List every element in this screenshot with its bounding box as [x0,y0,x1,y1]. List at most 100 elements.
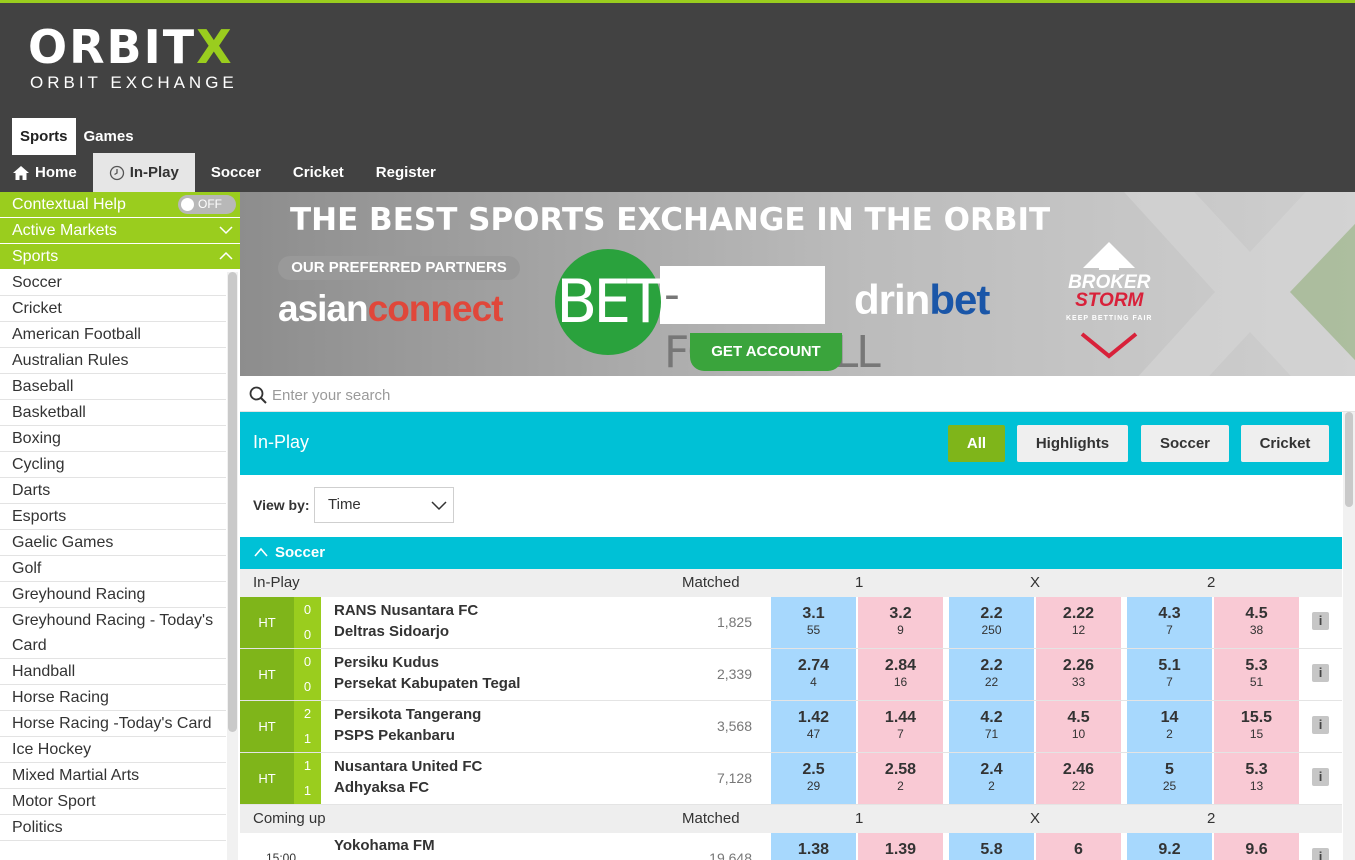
odds-back-home[interactable]: 2.5 29 [771,753,856,804]
status-badge: HT [240,753,294,804]
promo-banner[interactable]: THE BEST SPORTS EXCHANGE IN THE ORBIT OU… [240,192,1355,376]
sidebar-item-boxing[interactable]: Boxing [0,426,226,452]
sidebar-item-ice-hockey[interactable]: Ice Hockey [0,737,226,763]
odds-price: 2.74 [797,657,830,674]
sidebar-scroll-thumb[interactable] [228,272,237,732]
odds-size: 2 [1166,727,1173,741]
filter-all-button[interactable]: All [948,425,1005,462]
odds-lay-draw[interactable]: 6 [1036,833,1121,860]
odds-lay-away[interactable]: 5.3 51 [1214,649,1299,700]
odds-lay-draw[interactable]: 2.26 33 [1036,649,1121,700]
odds-back-away[interactable]: 4.3 7 [1127,597,1212,648]
sidebar-item-basketball[interactable]: Basketball [0,400,226,426]
main-scrollbar[interactable] [1343,412,1355,860]
sidebar-item-american-football[interactable]: American Football [0,322,226,348]
odds-back-draw[interactable]: 5.8 [949,833,1034,860]
sidebar-item-cricket[interactable]: Cricket [0,296,226,322]
odds-price: 5 [1165,761,1174,778]
sidebar-item-esports[interactable]: Esports [0,504,226,530]
nav-cricket[interactable]: Cricket [277,153,360,192]
sidebar-item-horse-racing[interactable]: Horse Racing [0,685,226,711]
info-button[interactable]: i [1312,768,1329,786]
odds-back-away[interactable]: 5 25 [1127,753,1212,804]
sidebar-item-golf[interactable]: Golf [0,556,226,582]
odds-lay-home[interactable]: 2.84 16 [858,649,943,700]
odds-lay-away[interactable]: 15.5 15 [1214,701,1299,752]
sidebar-item-darts[interactable]: Darts [0,478,226,504]
odds-back-home[interactable]: 3.1 55 [771,597,856,648]
odds-back-away[interactable]: 14 2 [1127,701,1212,752]
odds-lay-away[interactable]: 5.3 13 [1214,753,1299,804]
sidebar-item-motor-sport[interactable]: Motor Sport [0,789,226,815]
filter-highlights-button[interactable]: Highlights [1017,425,1128,462]
sidebar-item-politics[interactable]: Politics [0,815,226,841]
odds-lay-home[interactable]: 1.44 7 [858,701,943,752]
filter-soccer-button[interactable]: Soccer [1141,425,1229,462]
match-teams[interactable]: Nusantara United FC Adhyaksa FC [334,756,482,798]
nav-in-play[interactable]: In-Play [92,153,195,192]
odds-size: 7 [897,727,904,741]
sidebar-item-baseball[interactable]: Baseball [0,374,226,400]
soccer-section-header[interactable]: Soccer [240,537,1342,569]
odds-lay-draw[interactable]: 2.46 22 [1036,753,1121,804]
get-account-button[interactable]: GET ACCOUNT [690,333,842,371]
match-teams[interactable]: Persikota Tangerang PSPS Pekanbaru [334,704,481,746]
odds-lay-draw[interactable]: 4.5 10 [1036,701,1121,752]
sidebar-scrollbar[interactable] [227,272,238,860]
brokerstorm-logo[interactable]: BROKER STORM KEEP BETTING FAIR [1066,242,1153,360]
sidebar-sports[interactable]: Sports [0,244,240,270]
odds-back-away[interactable]: 5.1 7 [1127,649,1212,700]
info-button[interactable]: i [1312,848,1329,860]
odds-lay-away[interactable]: 4.5 38 [1214,597,1299,648]
odds-back-draw[interactable]: 2.2 250 [949,597,1034,648]
odds-lay-draw[interactable]: 2.22 12 [1036,597,1121,648]
sidebar-item-horse-racing-card[interactable]: Horse Racing -Today's Card [0,711,226,737]
match-teams[interactable]: Yokohama FM [334,835,435,856]
odds-lay-home[interactable]: 1.39 [858,833,943,860]
sidebar-contextual-help[interactable]: Contextual Help OFF [0,192,240,218]
tab-games[interactable]: Games [76,118,142,155]
odds-lay-away[interactable]: 9.6 [1214,833,1299,860]
tab-sports[interactable]: Sports [12,118,76,155]
nav-home[interactable]: Home [0,153,93,192]
nav-soccer[interactable]: Soccer [195,153,277,192]
odds-back-draw[interactable]: 2.4 2 [949,753,1034,804]
info-button[interactable]: i [1312,716,1329,734]
sidebar-item-greyhound-racing[interactable]: Greyhound Racing [0,582,226,608]
view-by-select[interactable]: Time [314,487,454,523]
col-home: 1 [855,574,864,591]
chevron-up-icon [219,251,233,260]
search-input[interactable] [272,383,972,407]
sidebar-item-mixed-martial-arts[interactable]: Mixed Martial Arts [0,763,226,789]
info-button[interactable]: i [1312,612,1329,630]
asianconnect-logo[interactable]: asianconnect [278,288,503,330]
odds-back-draw[interactable]: 2.2 22 [949,649,1034,700]
odds-back-home[interactable]: 1.38 [771,833,856,860]
odds-back-away[interactable]: 9.2 [1127,833,1212,860]
sidebar-item-gaelic-games[interactable]: Gaelic Games [0,530,226,556]
contextual-help-toggle[interactable]: OFF [178,195,236,214]
sidebar-item-soccer[interactable]: Soccer [0,270,226,296]
sidebar-item-handball[interactable]: Handball [0,659,226,685]
sidebar-active-markets[interactable]: Active Markets [0,218,240,244]
orbitx-logo[interactable]: ORBITX ORBIT EXCHANGE [28,23,238,93]
nav-register[interactable]: Register [360,153,452,192]
match-teams[interactable]: RANS Nusantara FC Deltras Sidoarjo [334,600,478,642]
kickoff-time: 15:00 [266,851,297,860]
drinbet-logo[interactable]: drinbet [854,276,990,324]
info-button[interactable]: i [1312,664,1329,682]
odds-back-home[interactable]: 2.74 4 [771,649,856,700]
odds-back-draw[interactable]: 4.2 71 [949,701,1034,752]
odds-lay-home[interactable]: 3.2 9 [858,597,943,648]
odds-price: 1.38 [797,841,830,858]
sports-label: Sports [12,248,59,265]
sidebar-item-australian-rules[interactable]: Australian Rules [0,348,226,374]
sidebar-item-cycling[interactable]: Cycling [0,452,226,478]
odds-back-home[interactable]: 1.42 47 [771,701,856,752]
main-scroll-thumb[interactable] [1345,412,1353,507]
filter-cricket-button[interactable]: Cricket [1241,425,1329,462]
match-teams[interactable]: Persiku Kudus Persekat Kabupaten Tegal [334,652,520,694]
odds-lay-home[interactable]: 2.58 2 [858,753,943,804]
bet-football-logo[interactable]: BET [555,249,664,355]
sidebar-item-greyhound-racing-card[interactable]: Greyhound Racing - Today's Card [0,608,226,659]
